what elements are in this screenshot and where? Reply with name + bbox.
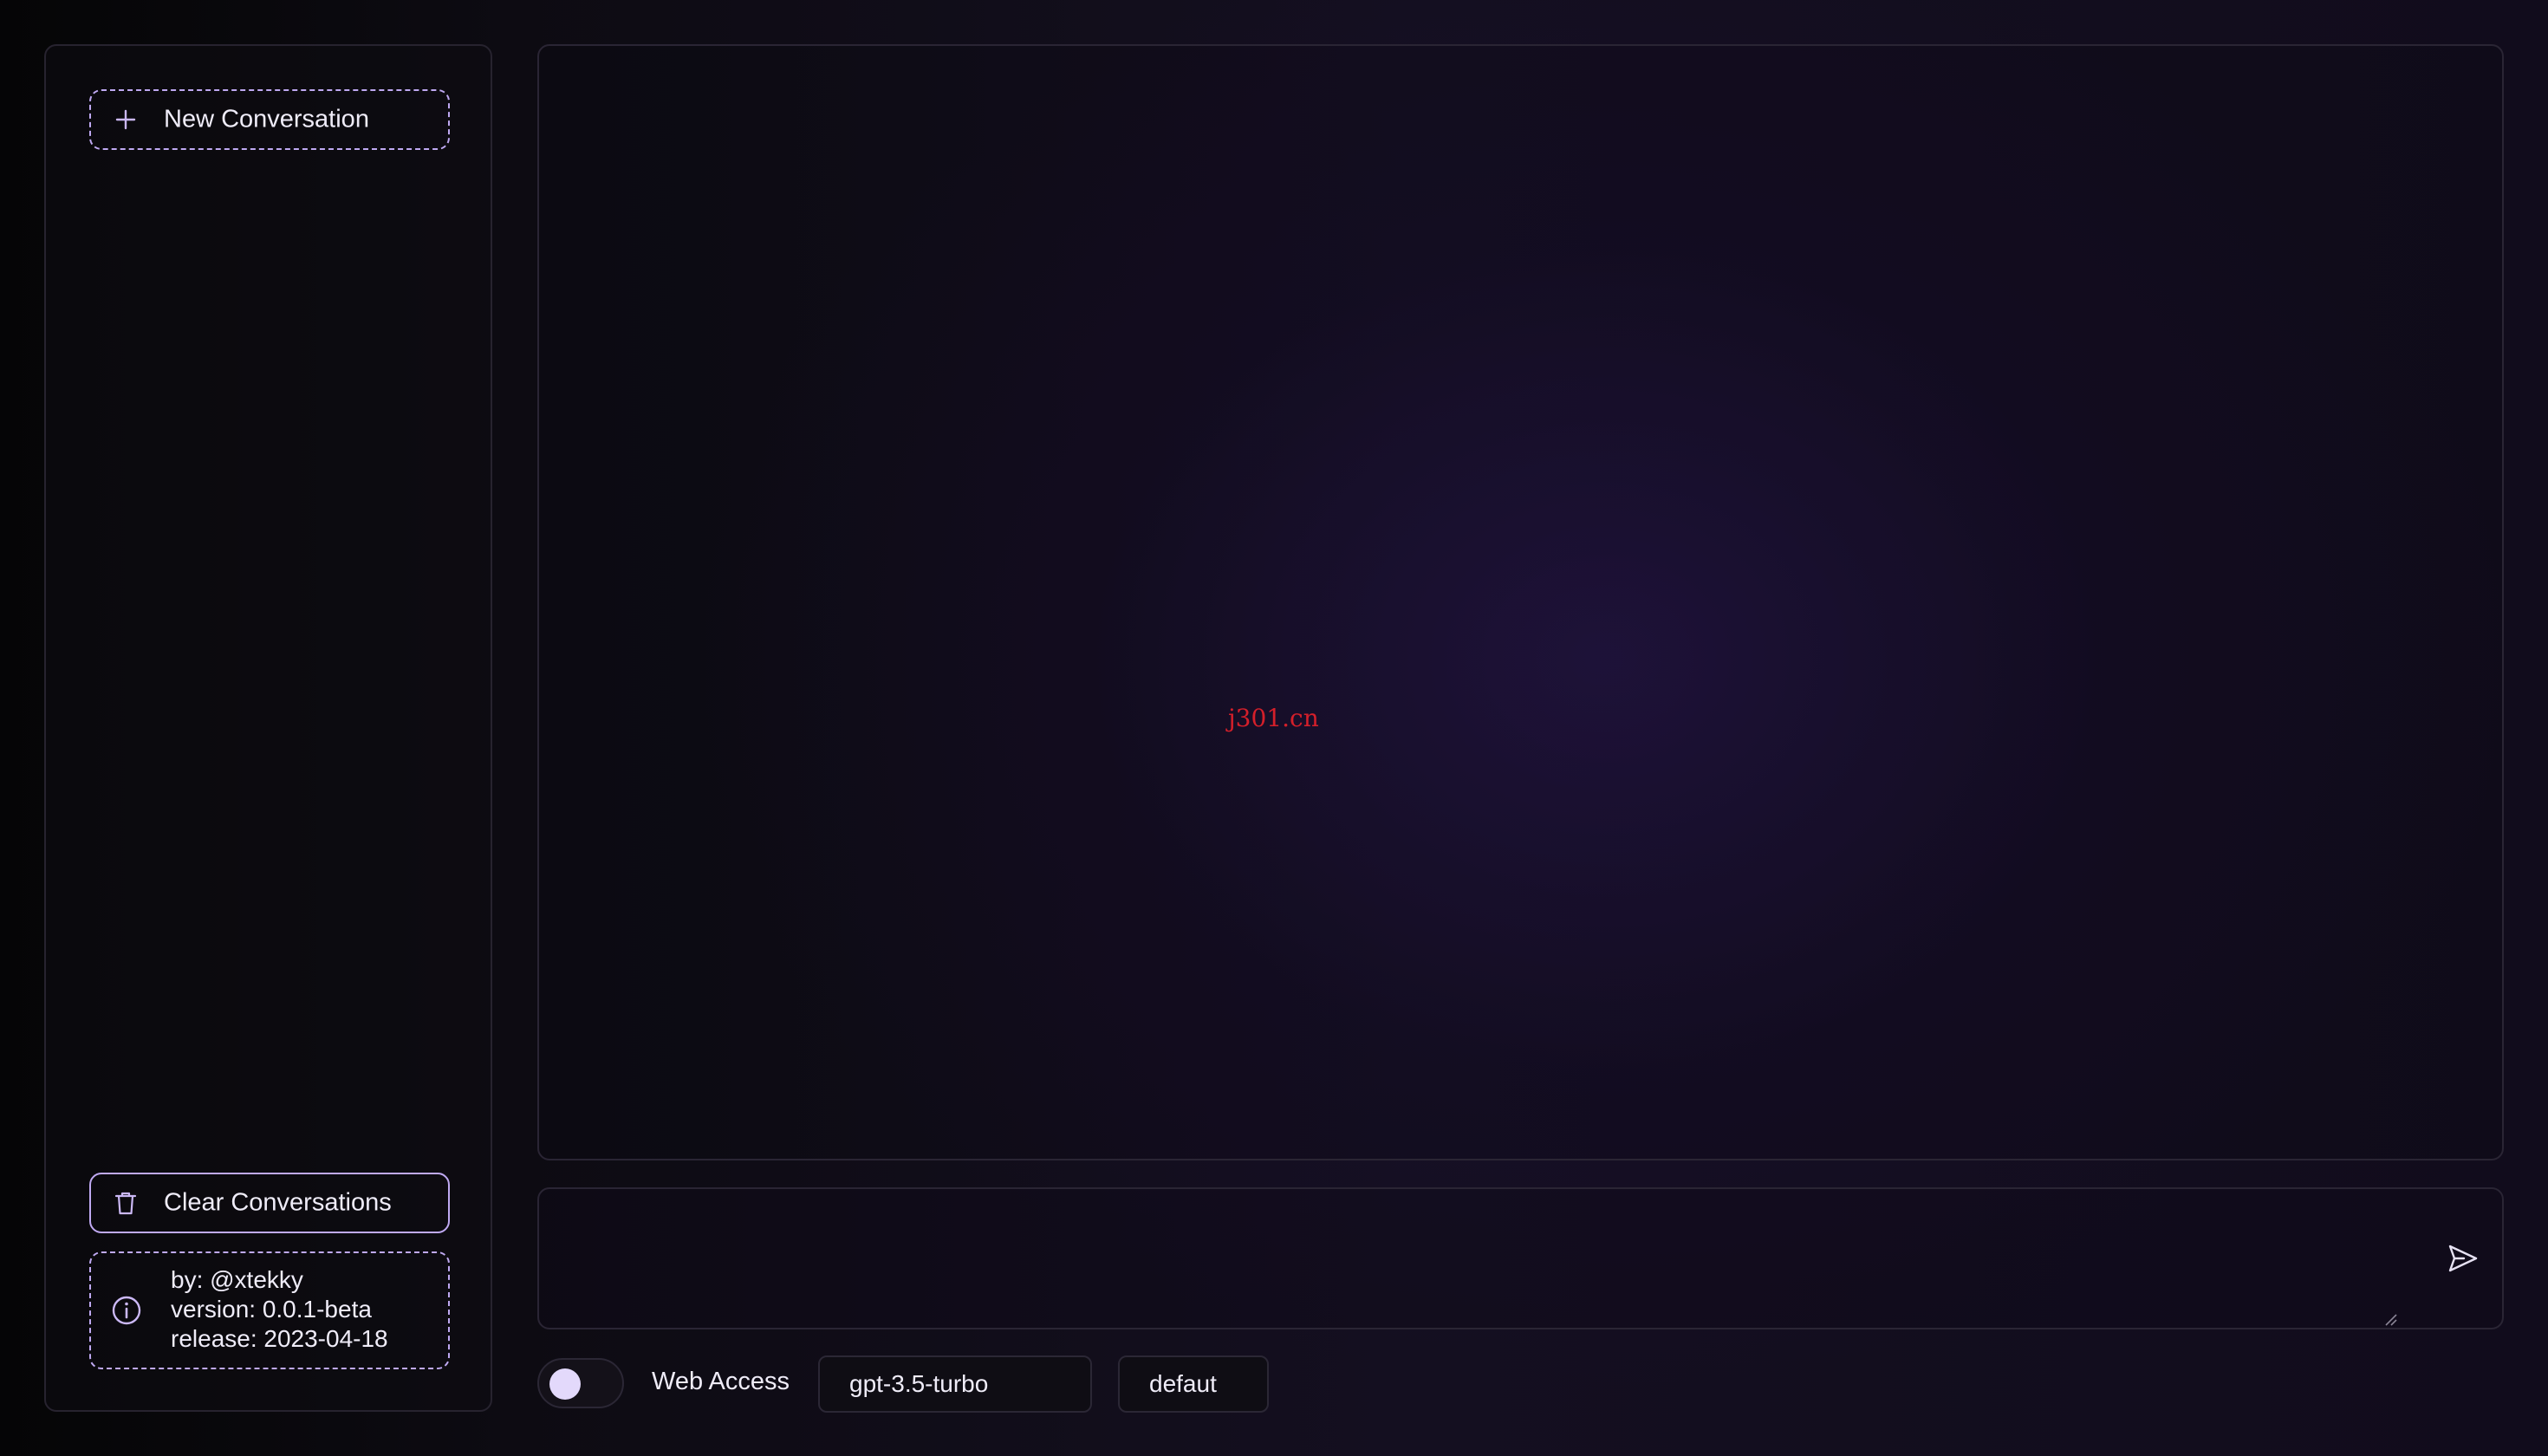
web-access-toggle[interactable] (537, 1358, 624, 1408)
send-icon (2448, 1245, 2478, 1272)
version-text: version: 0.0.1-beta (171, 1296, 372, 1323)
message-composer (537, 1187, 2504, 1329)
release-text: release: 2023-04-18 (171, 1325, 388, 1352)
web-access-label: Web Access (652, 1368, 790, 1395)
app-info-box: by: @xtekky version: 0.0.1-beta release:… (89, 1251, 450, 1369)
watermark-text: j301.cn (1228, 704, 1319, 732)
clear-conversations-label: Clear Conversations (164, 1188, 392, 1217)
conversation-panel (537, 44, 2504, 1160)
message-input[interactable] (553, 1201, 2373, 1316)
author-text: by: @xtekky (171, 1266, 303, 1293)
new-conversation-label: New Conversation (164, 105, 369, 133)
toggle-knob (549, 1368, 581, 1400)
prompt-select[interactable]: defaut (1118, 1355, 1269, 1413)
clear-conversations-button[interactable]: Clear Conversations (89, 1173, 450, 1233)
sidebar: New Conversation Clear Conversations by:… (44, 44, 492, 1412)
resize-handle-icon[interactable] (2383, 1312, 2397, 1326)
model-select-value: gpt-3.5-turbo (849, 1370, 989, 1397)
trash-icon (110, 1187, 141, 1219)
info-icon (110, 1294, 143, 1327)
model-select[interactable]: gpt-3.5-turbo (818, 1355, 1092, 1413)
app-info-text: by: @xtekky version: 0.0.1-beta release:… (171, 1265, 388, 1354)
plus-icon (110, 104, 141, 135)
prompt-select-value: defaut (1149, 1370, 1217, 1397)
new-conversation-button[interactable]: New Conversation (89, 89, 450, 150)
send-button[interactable] (2444, 1239, 2482, 1277)
